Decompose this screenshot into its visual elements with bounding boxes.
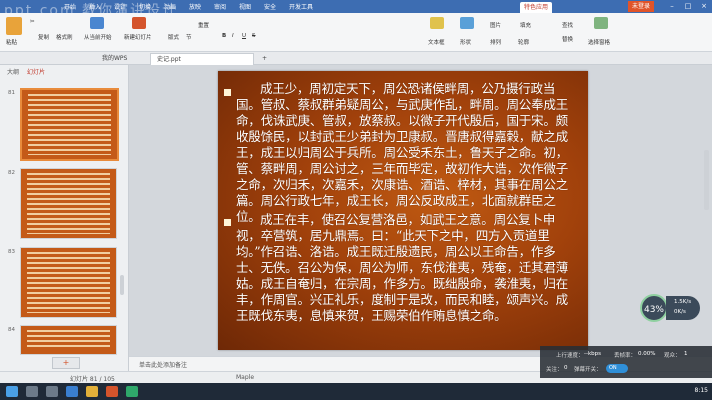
ribbon-toolbar: 粘贴 ✂ 复制 格式刷 从当前开始 新建幻灯片 版式 节 重置 B I U S … bbox=[0, 13, 712, 52]
add-slide-button[interactable]: + bbox=[52, 357, 80, 369]
thumbnail-number: 84 bbox=[8, 327, 15, 333]
slide-thumbnail[interactable] bbox=[20, 325, 117, 355]
copy-button[interactable]: 复制 bbox=[38, 33, 49, 41]
menu-tab-features[interactable]: 特色应用 bbox=[520, 2, 553, 13]
clock[interactable]: 8:15 bbox=[695, 387, 708, 394]
thumbnail-number: 82 bbox=[8, 170, 15, 176]
viewers-label: 观众： bbox=[664, 353, 681, 359]
slide-paragraph[interactable]: 成王在丰，使召公复营洛邑，如武王之意。周公复卜申视，卒营筑，居九鼎焉。曰：“此天… bbox=[236, 212, 576, 324]
tab-my-wps[interactable]: 我的WPS bbox=[96, 53, 133, 64]
menu-tab-slideshow[interactable]: 放映 bbox=[185, 2, 205, 13]
paste-icon[interactable] bbox=[6, 17, 22, 35]
select-pane-icon[interactable] bbox=[594, 17, 608, 29]
danmu-toggle[interactable]: ON bbox=[606, 364, 628, 373]
maximize-icon[interactable]: □ bbox=[680, 0, 696, 13]
bullet-icon bbox=[224, 219, 231, 226]
outline-button[interactable]: 轮廓 bbox=[518, 38, 529, 46]
select-pane-button[interactable]: 选择窗格 bbox=[588, 38, 610, 46]
upload-label: 上行速度： bbox=[556, 353, 584, 359]
new-slide-icon[interactable] bbox=[132, 17, 146, 29]
replace-button[interactable]: 替换 bbox=[562, 35, 573, 43]
attention-value: 0 bbox=[564, 365, 568, 371]
theme-name: Maple bbox=[236, 374, 255, 381]
tab-outline[interactable]: 大纲 bbox=[4, 68, 22, 78]
slide-paragraph[interactable]: 成王少，周初定天下，周公恐诸侯畔周，公乃摄行政当国。管叔、蔡叔群弟疑周公，与武庚… bbox=[236, 81, 576, 225]
attention-label: 关注： bbox=[546, 367, 563, 373]
slide-thumbnail[interactable] bbox=[20, 88, 119, 161]
app-icon[interactable] bbox=[126, 386, 138, 397]
from-current-button[interactable]: 从当前开始 bbox=[84, 33, 112, 41]
reset-button[interactable]: 重置 bbox=[198, 21, 209, 29]
thumbnail-number: 81 bbox=[8, 90, 15, 96]
download-rate: 0K/s bbox=[674, 309, 686, 315]
section-button[interactable]: 节 bbox=[186, 33, 192, 41]
slide-thumbnail-panel: 大纲 幻灯片 81 82 83 84 + bbox=[0, 65, 129, 371]
upload-value: --kbps bbox=[584, 351, 602, 357]
upload-rate: 1.5K/s bbox=[674, 299, 692, 305]
new-slide-button[interactable]: 新建幻灯片 bbox=[124, 33, 152, 41]
menu-tab-security[interactable]: 安全 bbox=[260, 2, 280, 13]
speed-rates: 1.5K/s 0K/s bbox=[666, 296, 700, 320]
canvas-scrollbar[interactable] bbox=[704, 150, 709, 210]
slide-counter: 幻灯片 81 / 105 bbox=[70, 376, 115, 383]
danmu-label: 弹幕开关： bbox=[574, 367, 602, 373]
cut-button[interactable]: ✂ bbox=[30, 19, 35, 25]
bullet-icon bbox=[224, 89, 231, 96]
slideshow-icon[interactable] bbox=[90, 17, 104, 29]
loss-label: 丢帧率： bbox=[614, 353, 637, 359]
fill-button[interactable]: 填充 bbox=[520, 21, 531, 29]
strikethrough-button[interactable]: S bbox=[252, 33, 256, 39]
notes-placeholder[interactable]: 单击此处添加备注 bbox=[139, 360, 187, 369]
speed-percent: 43% bbox=[640, 294, 668, 322]
loss-value: 0.00% bbox=[638, 351, 656, 357]
find-button[interactable]: 查找 bbox=[562, 21, 573, 29]
slide-thumbnail[interactable] bbox=[20, 168, 117, 239]
menu-tab-review[interactable]: 审阅 bbox=[210, 2, 230, 13]
new-tab-button[interactable]: + bbox=[256, 53, 273, 64]
layout-button[interactable]: 版式 bbox=[168, 33, 179, 41]
tab-slides[interactable]: 幻灯片 bbox=[24, 68, 48, 78]
document-tabs-bar: 我的WPS 史记.ppt + bbox=[0, 52, 712, 65]
folder-icon[interactable] bbox=[86, 386, 98, 397]
thumbnail-number: 83 bbox=[8, 249, 15, 255]
start-icon[interactable] bbox=[6, 386, 18, 397]
bold-button[interactable]: B bbox=[222, 33, 226, 39]
picture-button[interactable]: 图片 bbox=[490, 21, 501, 29]
user-login-badge[interactable]: 未登录 bbox=[628, 1, 654, 12]
wps-icon[interactable] bbox=[106, 386, 118, 397]
viewers-value: 1 bbox=[684, 351, 688, 357]
underline-button[interactable]: U bbox=[242, 33, 246, 39]
tab-current-document[interactable]: 史记.ppt bbox=[150, 53, 254, 65]
shapes-icon[interactable] bbox=[460, 17, 474, 29]
thumbnail-scrollbar[interactable] bbox=[120, 275, 124, 295]
close-icon[interactable]: × bbox=[696, 0, 712, 13]
search-icon[interactable] bbox=[26, 386, 38, 397]
italic-button[interactable]: I bbox=[232, 33, 234, 39]
arrange-button[interactable]: 排列 bbox=[490, 38, 501, 46]
paste-button[interactable]: 粘贴 bbox=[6, 38, 17, 46]
shapes-button[interactable]: 形状 bbox=[460, 38, 471, 46]
slide-content[interactable]: 成王少，周初定天下，周公恐诸侯畔周，公乃摄行政当国。管叔、蔡叔群弟疑周公，与武庚… bbox=[218, 71, 588, 350]
minimize-icon[interactable]: – bbox=[664, 0, 680, 13]
textbox-icon[interactable] bbox=[430, 17, 444, 29]
task-view-icon[interactable] bbox=[46, 386, 58, 397]
format-painter-button[interactable]: 格式刷 bbox=[56, 33, 73, 41]
network-speed-widget[interactable]: 43% 1.5K/s 0K/s bbox=[640, 292, 702, 324]
menu-tab-view[interactable]: 视图 bbox=[235, 2, 255, 13]
browser-icon[interactable] bbox=[66, 386, 78, 397]
windows-taskbar: 8:15 bbox=[0, 383, 712, 400]
stream-status-panel: 上行速度： --kbps 丢帧率： 0.00% 观众： 1 关注： 0 弹幕开关… bbox=[540, 346, 712, 378]
slide-thumbnail[interactable] bbox=[20, 247, 117, 318]
textbox-button[interactable]: 文本框 bbox=[428, 38, 445, 46]
menu-tab-developer[interactable]: 开发工具 bbox=[285, 2, 317, 13]
